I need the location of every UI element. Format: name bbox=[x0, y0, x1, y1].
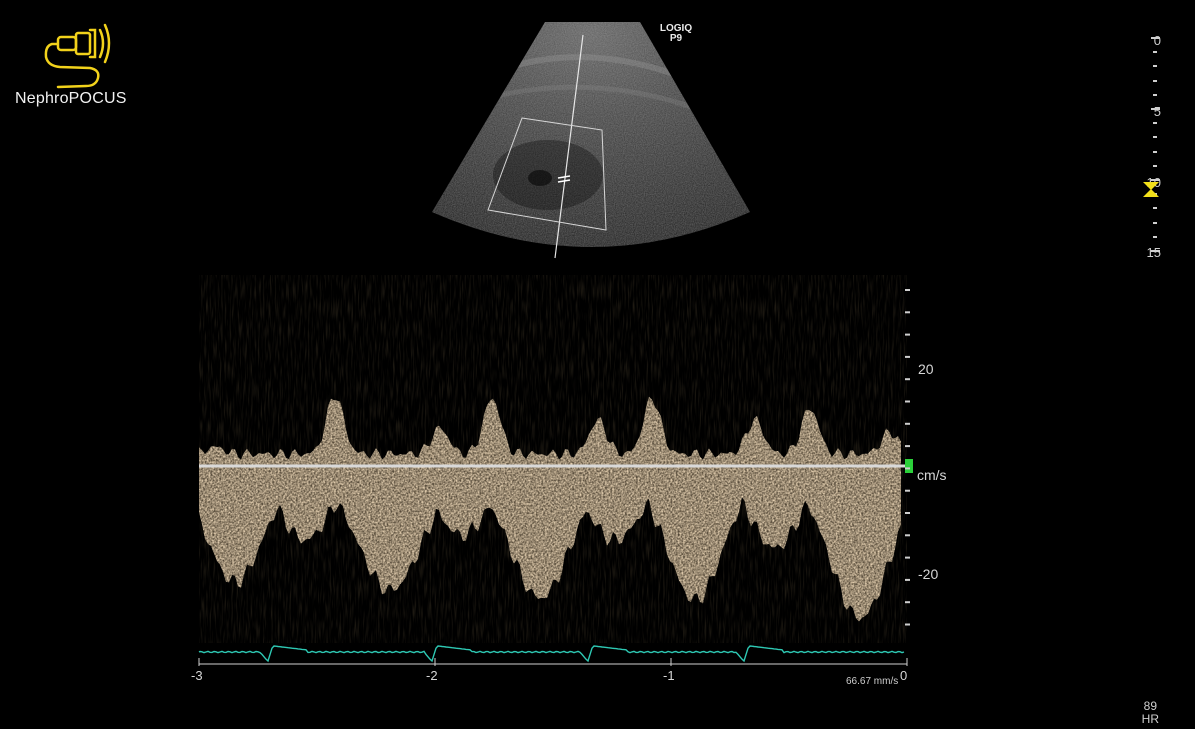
time-label-neg1: -1 bbox=[663, 668, 675, 683]
doppler-spectrum bbox=[198, 275, 913, 666]
sweep-speed: 66.67 mm/s bbox=[846, 676, 899, 687]
time-label-neg2: -2 bbox=[426, 668, 438, 683]
velocity-label-20: 20 bbox=[918, 361, 934, 377]
baseline-marker bbox=[905, 459, 913, 473]
heart-rate-unit: HR bbox=[1141, 712, 1159, 726]
time-label-0: 0 bbox=[900, 668, 908, 683]
time-label-neg3: -3 bbox=[191, 668, 203, 683]
ecg-trace bbox=[198, 645, 905, 663]
velocity-unit: cm/s bbox=[917, 467, 947, 483]
heart-rate: 89 HR bbox=[1142, 700, 1159, 726]
velocity-label-neg20: -20 bbox=[918, 566, 939, 582]
